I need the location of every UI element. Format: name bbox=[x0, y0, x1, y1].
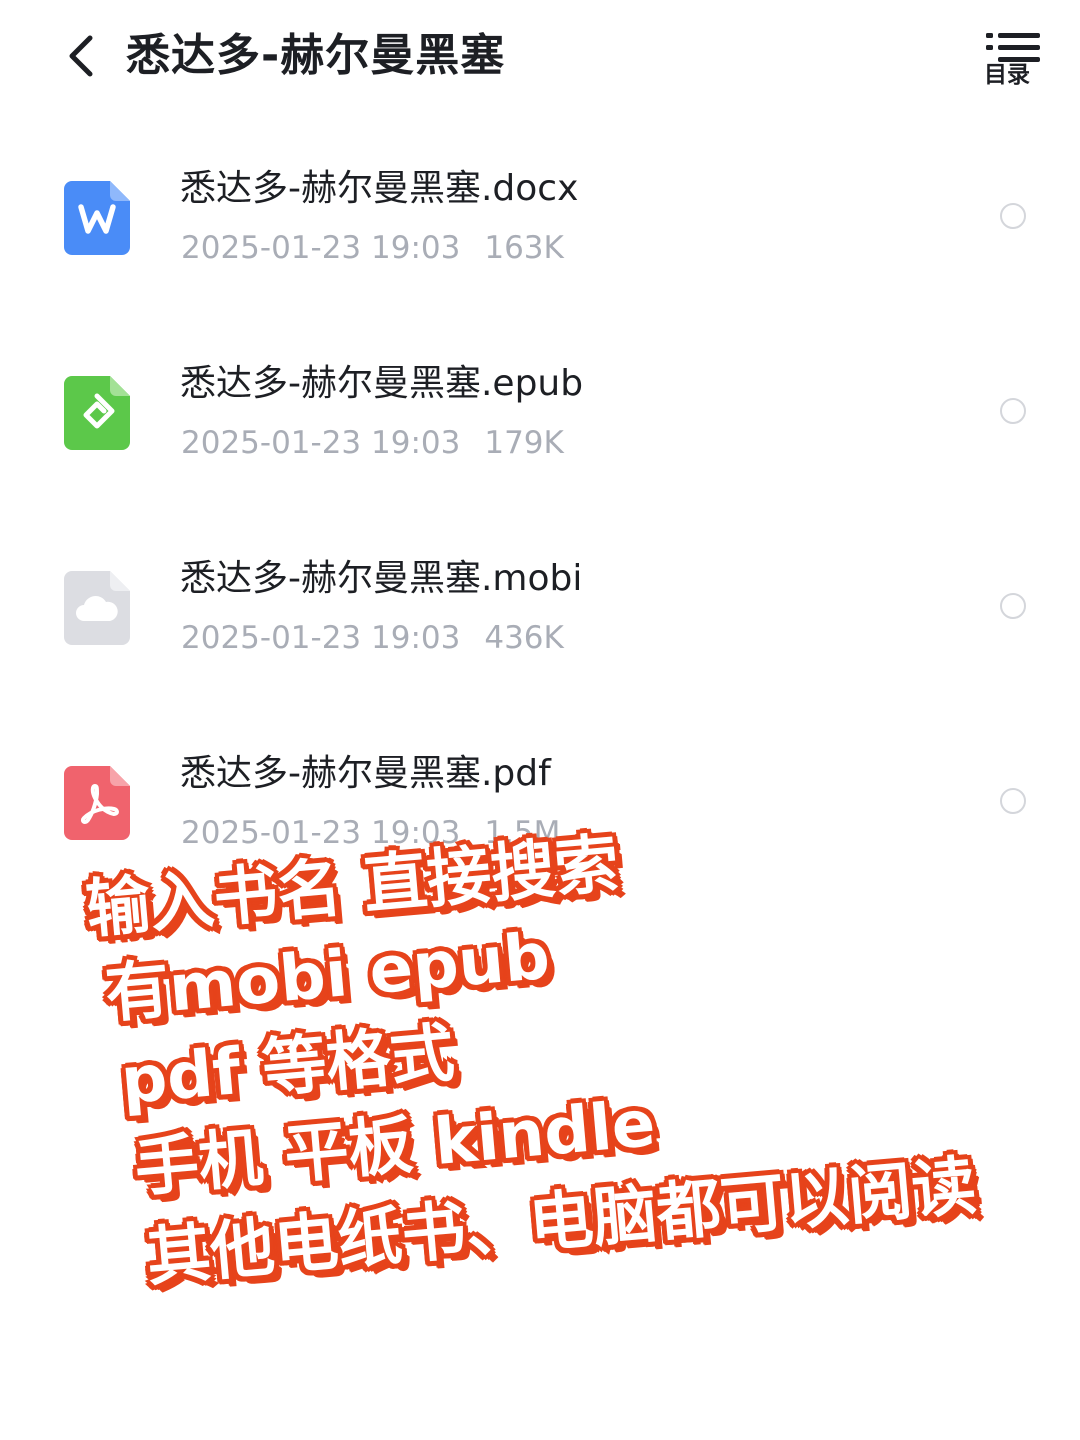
file-date: 2025-01-23 19:03 bbox=[181, 815, 461, 851]
caption-line: 有mobi epub bbox=[102, 919, 553, 1033]
file-row-pdf[interactable]: 悉达多-赫尔曼黑塞.pdf 2025-01-23 19:03 1.5M bbox=[0, 715, 1080, 910]
back-button[interactable] bbox=[58, 28, 106, 84]
file-size: 163K bbox=[484, 230, 564, 266]
word-icon bbox=[64, 181, 130, 255]
caption-line: 其他电纸书、电脑都可以阅读 bbox=[143, 1149, 979, 1296]
file-date: 2025-01-23 19:03 bbox=[181, 230, 461, 266]
toc-button[interactable]: 目录 bbox=[980, 30, 1044, 94]
file-date: 2025-01-23 19:03 bbox=[181, 425, 461, 461]
file-meta: 2025-01-23 19:03 436K bbox=[181, 618, 564, 658]
page-title: 悉达多-赫尔曼黑塞 bbox=[126, 30, 506, 81]
cloud-file-icon bbox=[64, 571, 130, 645]
page: 悉达多-赫尔曼黑塞 目录 悉达多-赫尔曼黑塞.docx 2025-01-23 1… bbox=[0, 0, 1080, 1440]
file-size: 179K bbox=[484, 425, 564, 461]
file-meta: 2025-01-23 19:03 163K bbox=[181, 228, 564, 268]
file-meta: 2025-01-23 19:03 179K bbox=[181, 423, 564, 463]
file-meta: 2025-01-23 19:03 1.5M bbox=[181, 813, 560, 853]
header-bar: 悉达多-赫尔曼黑塞 目录 bbox=[0, 0, 1080, 110]
toc-label: 目录 bbox=[984, 62, 1030, 88]
file-date: 2025-01-23 19:03 bbox=[181, 620, 461, 656]
file-row-epub[interactable]: 悉达多-赫尔曼黑塞.epub 2025-01-23 19:03 179K bbox=[0, 325, 1080, 520]
caption-line: pdf 等格式 bbox=[118, 1016, 458, 1120]
file-row-mobi[interactable]: 悉达多-赫尔曼黑塞.mobi 2025-01-23 19:03 436K bbox=[0, 520, 1080, 715]
select-radio[interactable] bbox=[1000, 593, 1026, 619]
chevron-left-icon bbox=[69, 35, 93, 77]
file-size: 436K bbox=[484, 620, 564, 656]
file-name: 悉达多-赫尔曼黑塞.epub bbox=[180, 363, 584, 404]
select-radio[interactable] bbox=[1000, 398, 1026, 424]
file-size: 1.5M bbox=[484, 815, 561, 851]
file-name: 悉达多-赫尔曼黑塞.pdf bbox=[180, 753, 551, 794]
caption-line: 手机 平板 kindle bbox=[131, 1087, 659, 1207]
select-radio[interactable] bbox=[1000, 203, 1026, 229]
epub-icon bbox=[64, 376, 130, 450]
file-name: 悉达多-赫尔曼黑塞.mobi bbox=[180, 558, 583, 599]
pdf-icon bbox=[64, 766, 130, 840]
list-icon bbox=[986, 33, 1040, 62]
file-name: 悉达多-赫尔曼黑塞.docx bbox=[180, 168, 579, 209]
select-radio[interactable] bbox=[1000, 788, 1026, 814]
file-row-docx[interactable]: 悉达多-赫尔曼黑塞.docx 2025-01-23 19:03 163K bbox=[0, 130, 1080, 325]
